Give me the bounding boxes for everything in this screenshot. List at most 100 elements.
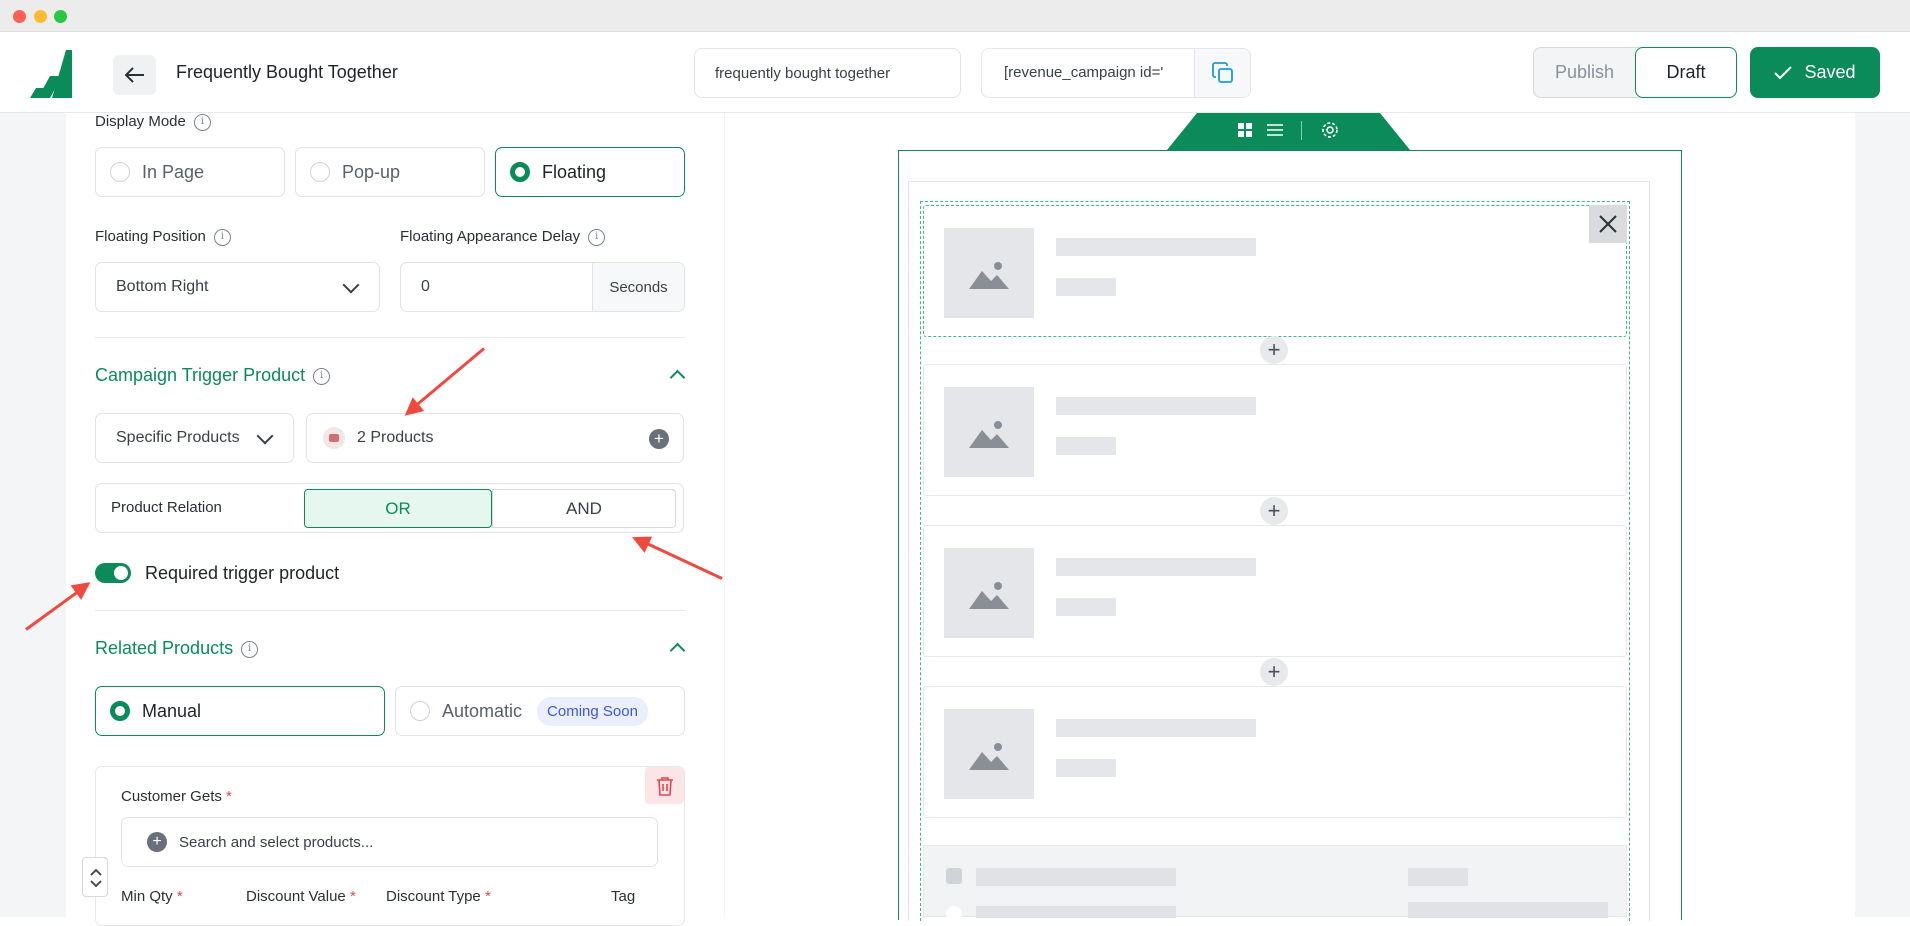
related-products-title: Related Products <box>95 638 234 658</box>
trigger-type-select[interactable]: Specific Products <box>95 413 294 463</box>
required-trigger-toggle[interactable] <box>95 563 131 583</box>
display-mode-floating[interactable]: Floating <box>495 147 685 197</box>
product-placeholder-row[interactable] <box>923 525 1627 657</box>
list-view-icon[interactable] <box>1266 122 1284 138</box>
add-product-icon[interactable]: + <box>1260 336 1288 364</box>
related-manual-option[interactable]: Manual <box>95 686 385 736</box>
campaign-trigger-section[interactable]: Campaign Trigger Product i <box>95 365 331 386</box>
product-thumbnail <box>323 427 345 449</box>
discount-value-header-text: Discount Value <box>246 888 346 905</box>
product-placeholder-row[interactable] <box>923 364 1627 496</box>
summary-placeholder <box>923 845 1627 922</box>
draft-button[interactable]: Draft <box>1635 47 1737 98</box>
minimize-window-button[interactable] <box>34 10 47 23</box>
product-placeholder-row[interactable] <box>923 686 1627 818</box>
trigger-products-field[interactable]: 2 Products + <box>306 413 684 463</box>
shortcode-field[interactable]: [revenue_campaign id=' <box>981 48 1251 98</box>
publish-button[interactable]: Publish <box>1534 48 1635 97</box>
copy-icon <box>1211 62 1233 83</box>
product-search-input[interactable]: + Search and select products... <box>121 817 658 867</box>
maximize-window-button[interactable] <box>54 10 67 23</box>
scroll-toggle-button[interactable] <box>82 857 108 897</box>
app-header: Frequently Bought Together frequently bo… <box>0 32 1910 113</box>
settings-gear-icon[interactable] <box>1320 120 1340 140</box>
product-relation-row: Product Relation OR AND <box>95 483 684 533</box>
trash-icon <box>656 776 673 796</box>
close-window-button[interactable] <box>13 10 26 23</box>
relation-or-button[interactable]: OR <box>304 489 492 528</box>
min-qty-header-text: Min Qty <box>121 888 173 905</box>
display-mode-label: Display Mode i <box>95 113 211 131</box>
image-placeholder-icon <box>944 228 1034 318</box>
add-product-icon[interactable]: + <box>1260 658 1288 686</box>
text-placeholder <box>1056 437 1116 455</box>
app-logo <box>30 50 72 98</box>
required-trigger-label: Required trigger product <box>145 563 340 583</box>
copy-shortcode-button[interactable] <box>1194 49 1250 97</box>
relation-and-button[interactable]: AND <box>492 489 676 528</box>
product-thumbnail-shape <box>329 434 339 442</box>
delay-unit: Seconds <box>592 263 684 311</box>
add-icon: + <box>147 832 167 852</box>
radio-icon <box>410 701 430 721</box>
required-mark: * <box>176 888 183 905</box>
floating-delay-value[interactable]: 0 <box>421 278 430 296</box>
product-relation-label: Product Relation <box>111 499 222 516</box>
left-gutter <box>0 113 66 917</box>
info-icon[interactable]: i <box>241 640 259 658</box>
display-mode-label-text: Display Mode <box>95 113 186 130</box>
saved-button[interactable]: Saved <box>1750 47 1880 98</box>
tag-header: Tag <box>611 888 636 905</box>
back-button[interactable] <box>113 55 156 95</box>
add-icon[interactable]: + <box>649 429 669 449</box>
related-products-section[interactable]: Related Products i <box>95 638 259 659</box>
window-titlebar <box>0 0 1910 32</box>
search-placeholder: Search and select products... <box>179 833 374 851</box>
text-placeholder <box>1056 759 1116 777</box>
floating-position-value: Bottom Right <box>116 278 209 295</box>
text-placeholder <box>1408 902 1608 918</box>
image-glyph <box>969 262 1009 289</box>
display-mode-popup[interactable]: Pop-up <box>295 147 485 197</box>
related-automatic-option[interactable]: Automatic Coming Soon <box>395 686 685 736</box>
info-icon[interactable]: i <box>213 228 231 246</box>
campaign-name-input[interactable]: frequently bought together <box>694 48 961 98</box>
radio-label: Floating <box>542 161 607 182</box>
list-view-glyph <box>1267 124 1283 136</box>
info-icon[interactable]: i <box>588 228 606 246</box>
checkbox-placeholder-icon[interactable] <box>946 868 962 884</box>
gear-glyph <box>1322 122 1338 138</box>
discount-type-header-text: Discount Type <box>386 888 481 905</box>
radio-placeholder-icon[interactable] <box>946 906 962 922</box>
add-product-icon[interactable]: + <box>1260 497 1288 525</box>
right-gutter <box>1856 113 1910 917</box>
image-placeholder-icon <box>944 387 1034 477</box>
radio-selected-icon <box>110 701 130 721</box>
info-icon[interactable]: i <box>193 113 211 131</box>
divider <box>95 610 685 611</box>
shortcode-text[interactable]: [revenue_campaign id=' <box>1004 49 1174 97</box>
radio-icon <box>110 162 130 182</box>
display-mode-in-page[interactable]: In Page <box>95 147 285 197</box>
info-icon[interactable]: i <box>313 367 331 385</box>
floating-delay-input[interactable]: 0 Seconds <box>400 262 685 312</box>
publish-draft-group: Publish Draft <box>1533 47 1737 98</box>
product-placeholder-row[interactable] <box>923 205 1627 337</box>
floating-position-select[interactable]: Bottom Right <box>95 262 380 312</box>
customer-gets-label-text: Customer Gets <box>121 788 222 805</box>
grid-view-icon[interactable] <box>1237 122 1253 138</box>
radio-label: In Page <box>142 161 205 182</box>
chevron-up-down-icon <box>90 868 102 888</box>
discount-type-header: Discount Type * <box>386 888 491 905</box>
image-glyph <box>969 743 1009 770</box>
delete-button[interactable] <box>645 767 684 804</box>
radio-label: Pop-up <box>342 161 401 182</box>
page-title: Frequently Bought Together <box>176 62 398 82</box>
floating-position-label: Floating Position i <box>95 228 231 246</box>
close-icon[interactable] <box>1589 205 1627 243</box>
image-placeholder-icon <box>944 709 1034 799</box>
image-glyph <box>969 421 1009 448</box>
trigger-type-value: Specific Products <box>116 429 240 446</box>
toolbar-divider <box>1301 121 1302 140</box>
required-mark: * <box>349 888 356 905</box>
